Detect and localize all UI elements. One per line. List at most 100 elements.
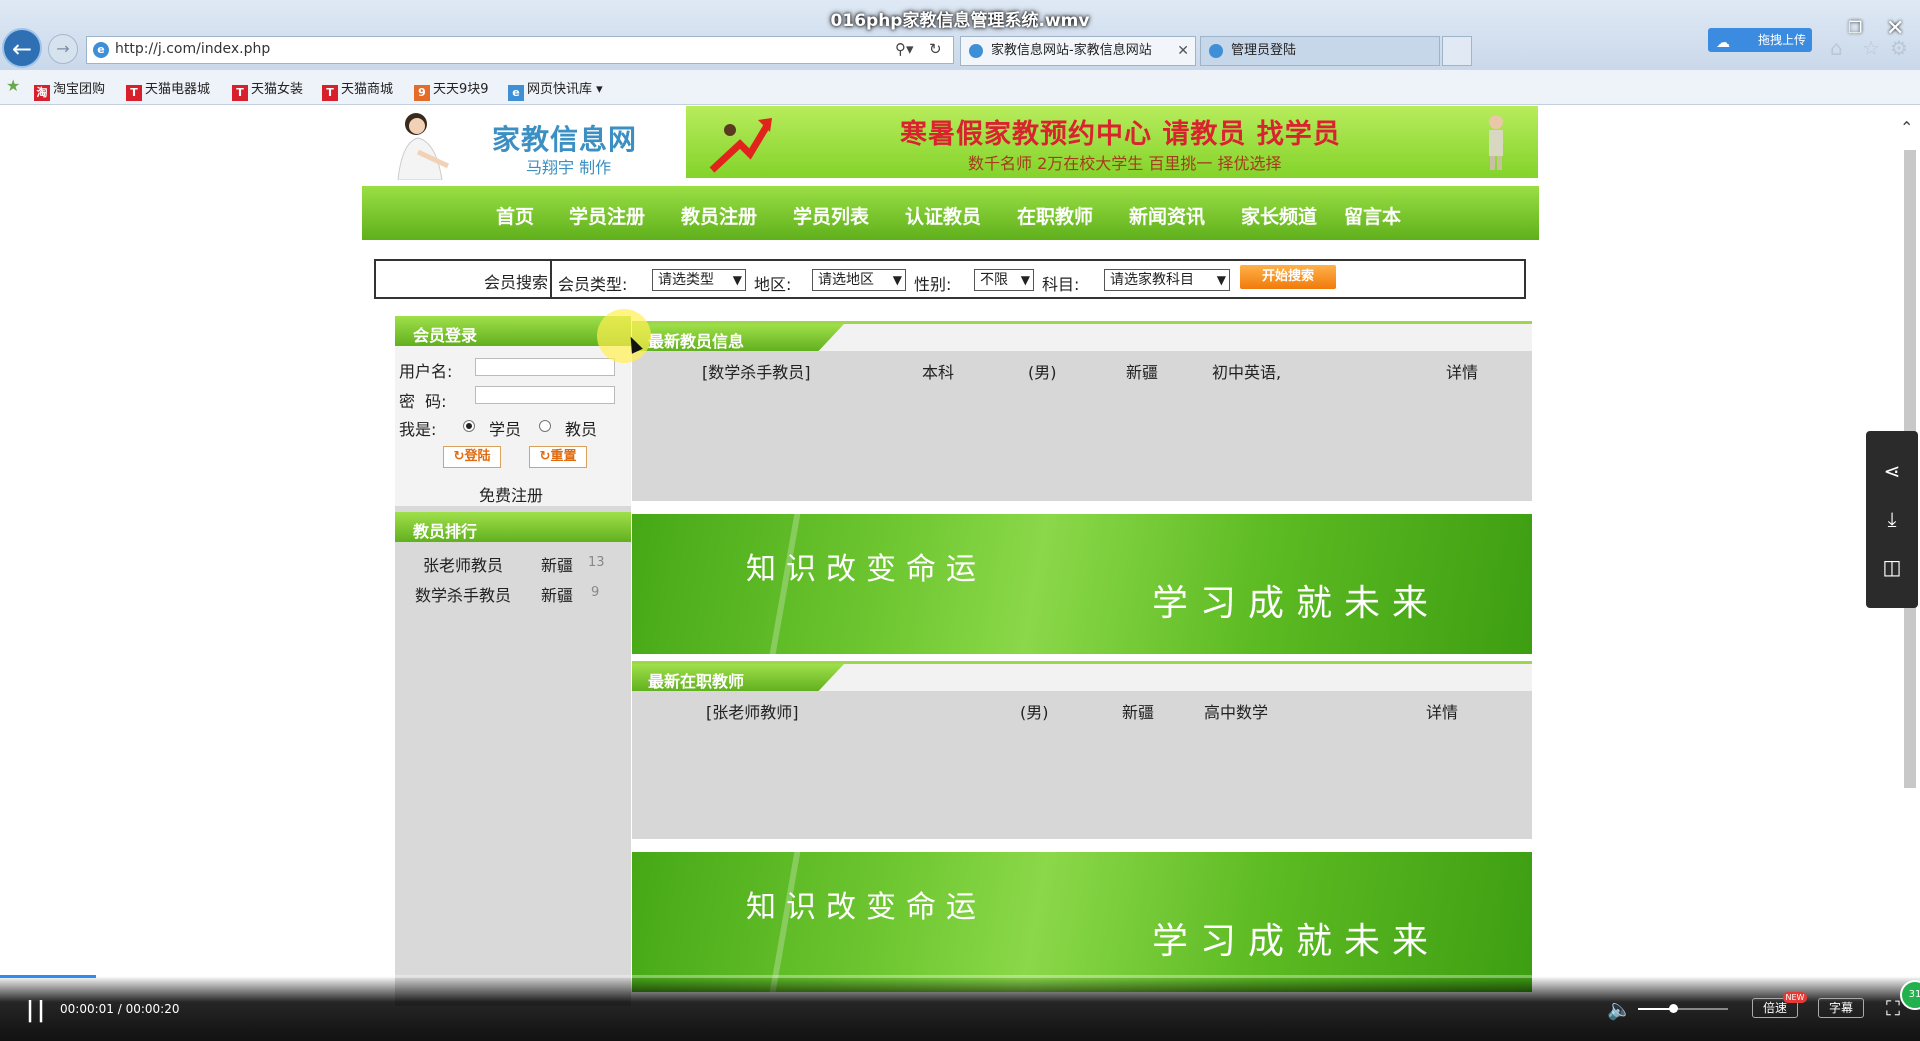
reset-button[interactable]: ↻重置 (529, 446, 587, 468)
home-icon[interactable]: ⌂ (1830, 36, 1843, 60)
ranking-name[interactable]: 张老师教员 (423, 552, 503, 576)
section-tab: 最新教员信息 (632, 324, 844, 351)
member-type-label: 会员类型: (558, 275, 628, 294)
nav-student-list[interactable]: 学员列表 (793, 202, 869, 229)
volume-icon[interactable]: 🔈 (1607, 997, 1632, 1021)
favorites-star-icon[interactable]: ★ (6, 76, 20, 95)
nav-teacher-register[interactable]: 教员注册 (681, 202, 757, 229)
member-type-select[interactable]: 请选类型 ▼ (652, 269, 746, 291)
nav-guestbook[interactable]: 留言本 (1344, 202, 1401, 229)
bookmark-label: 天猫商城 (341, 82, 394, 97)
gender-select[interactable]: 不限 ▼ (974, 269, 1034, 291)
subject-select[interactable]: 请选家教科目 ▼ (1104, 269, 1230, 291)
password-input[interactable] (475, 386, 615, 404)
member-search-bar: 会员搜索 会员类型: 请选类型 ▼ 地区: 请选地区 ▼ 性别: 不限 ▼ 科目: 请… (374, 259, 1526, 299)
bookmark-icon: 9 (414, 85, 430, 101)
bookmark-item[interactable]: T 天猫商城 (322, 78, 393, 101)
nav-certified-teachers[interactable]: 认证教员 (905, 202, 981, 229)
upload-button[interactable]: ☁ 拖拽上传 (1708, 28, 1812, 52)
bookmark-item[interactable]: T 天猫电器城 (126, 78, 210, 101)
nav-parents[interactable]: 家长频道 (1241, 202, 1317, 229)
address-bar[interactable]: e http://j.com/index.php ⚲▾ ↻ (86, 36, 954, 64)
close-icon[interactable]: ✕ (1177, 37, 1189, 65)
bookmark-item[interactable]: 淘淘宝团购 (34, 78, 105, 101)
scroll-up-icon[interactable]: ⌃ (1900, 118, 1913, 137)
teacher-detail-link[interactable]: 详情 (1446, 359, 1478, 383)
teacher-area: 新疆 (1126, 363, 1159, 382)
tab-page-icon (969, 44, 983, 58)
onjob-gender: (男) (1020, 703, 1049, 722)
teacher-name[interactable]: [数学杀手教员] (702, 359, 811, 383)
login-header: 会员登录 (395, 316, 631, 346)
section-title: 最新教员信息 (648, 332, 745, 351)
role-student-radio[interactable] (463, 420, 475, 432)
free-register-link[interactable]: 免费注册 (479, 482, 543, 506)
login-header-label: 会员登录 (413, 326, 478, 345)
section-title: 最新在职教师 (648, 672, 745, 691)
new-tab-button[interactable] (1442, 36, 1472, 66)
area-select[interactable]: 请选地区 ▼ (812, 269, 906, 291)
ranking-header-label: 教员排行 (413, 522, 478, 541)
cloud-icon: ☁ (1716, 35, 1730, 51)
ranking-name[interactable]: 数学杀手教员 (415, 582, 511, 606)
star-icon[interactable]: ☆ (1862, 36, 1880, 60)
bookmark-icon: T (232, 85, 248, 101)
bookmark-item[interactable]: 9 天天9块9 (414, 78, 489, 101)
onjob-detail-link[interactable]: 详情 (1426, 699, 1458, 723)
progress-fill (0, 975, 96, 978)
subtitle-button[interactable]: 字幕 (1818, 998, 1864, 1018)
site-logo[interactable]: 家教信息网 马翔宇 制作 (370, 106, 685, 182)
tab-home[interactable]: 家教信息网站-家教信息网站 ✕ (960, 36, 1196, 66)
restore-icon[interactable]: ❐ (1848, 18, 1862, 37)
bookmark-label: 网页快讯库 (527, 82, 593, 97)
arrow-right-icon: → (56, 39, 70, 58)
teacher-gender: (男) (1028, 363, 1057, 382)
fullscreen-icon[interactable]: ⛶ (1886, 996, 1900, 1020)
volume-knob[interactable] (1669, 1004, 1678, 1013)
progress-track[interactable] (0, 975, 1920, 978)
refresh-icon[interactable]: ↻ (929, 40, 942, 58)
share-icon[interactable]: ⋖ (1866, 459, 1918, 483)
promo-text-2: 学习成就未来 (1152, 921, 1441, 962)
ranking-area: 新疆 (541, 586, 574, 605)
pause-icon[interactable]: || (26, 998, 48, 1023)
download-icon[interactable]: ⤓ (1866, 507, 1918, 531)
upload-label: 拖拽上传 (1757, 33, 1806, 47)
cursor-highlight (597, 309, 651, 363)
login-button[interactable]: ↻登陆 (443, 446, 501, 468)
nav-student-register[interactable]: 学员注册 (569, 202, 645, 229)
role-label: 我是: (399, 420, 437, 439)
username-input[interactable] (475, 358, 615, 376)
tab-admin-login[interactable]: 管理员登陆 (1200, 36, 1440, 66)
search-button[interactable]: 开始搜索 (1240, 265, 1336, 289)
chevron-down-icon: ▼ (892, 273, 902, 287)
gear-icon[interactable]: ⚙ (1890, 36, 1908, 60)
bookmark-item[interactable]: T 天猫女装 (232, 78, 303, 101)
bookmark-item[interactable]: e 网页快讯库 ▾ (508, 78, 603, 101)
onjob-name[interactable]: [张老师教师] (706, 699, 799, 723)
address-url[interactable]: http://j.com/index.php (115, 41, 270, 57)
role-teacher-radio[interactable] (539, 420, 551, 432)
nav-onjob-teachers[interactable]: 在职教师 (1017, 202, 1093, 229)
bookmark-label: 天猫电器城 (145, 82, 211, 97)
password-label: 密 码: (399, 392, 447, 411)
latest-teachers-list: [数学杀手教员] 本科 (男) 新疆 初中英语, 详情 (632, 351, 1532, 501)
ie-page-icon: e (93, 42, 109, 58)
tab-page-icon (1209, 44, 1223, 58)
nav-home[interactable]: 首页 (496, 202, 534, 229)
search-label: 会员搜索 (483, 273, 548, 292)
chevron-down-icon: ▼ (732, 273, 742, 287)
tab-label: 管理员登陆 (1231, 43, 1297, 58)
banner-subtitle: 数千名师 2万在校大学生 百里挑一 择优选择 (968, 154, 1282, 173)
delete-icon[interactable]: ◫ (1866, 555, 1918, 579)
search-icon[interactable]: ⚲▾ (895, 40, 914, 58)
forward-button[interactable]: → (48, 34, 78, 64)
nav-news[interactable]: 新闻资讯 (1129, 202, 1205, 229)
ranking-area: 新疆 (541, 556, 574, 575)
rising-arrow-image (709, 118, 772, 173)
video-title: 016php家教信息管理系统.wmv (830, 11, 1090, 31)
teacher-subject: 初中英语, (1212, 363, 1282, 382)
video-player-bar (0, 976, 1920, 1041)
back-button[interactable]: ← (2, 28, 42, 68)
area-value: 请选地区 (818, 272, 874, 288)
